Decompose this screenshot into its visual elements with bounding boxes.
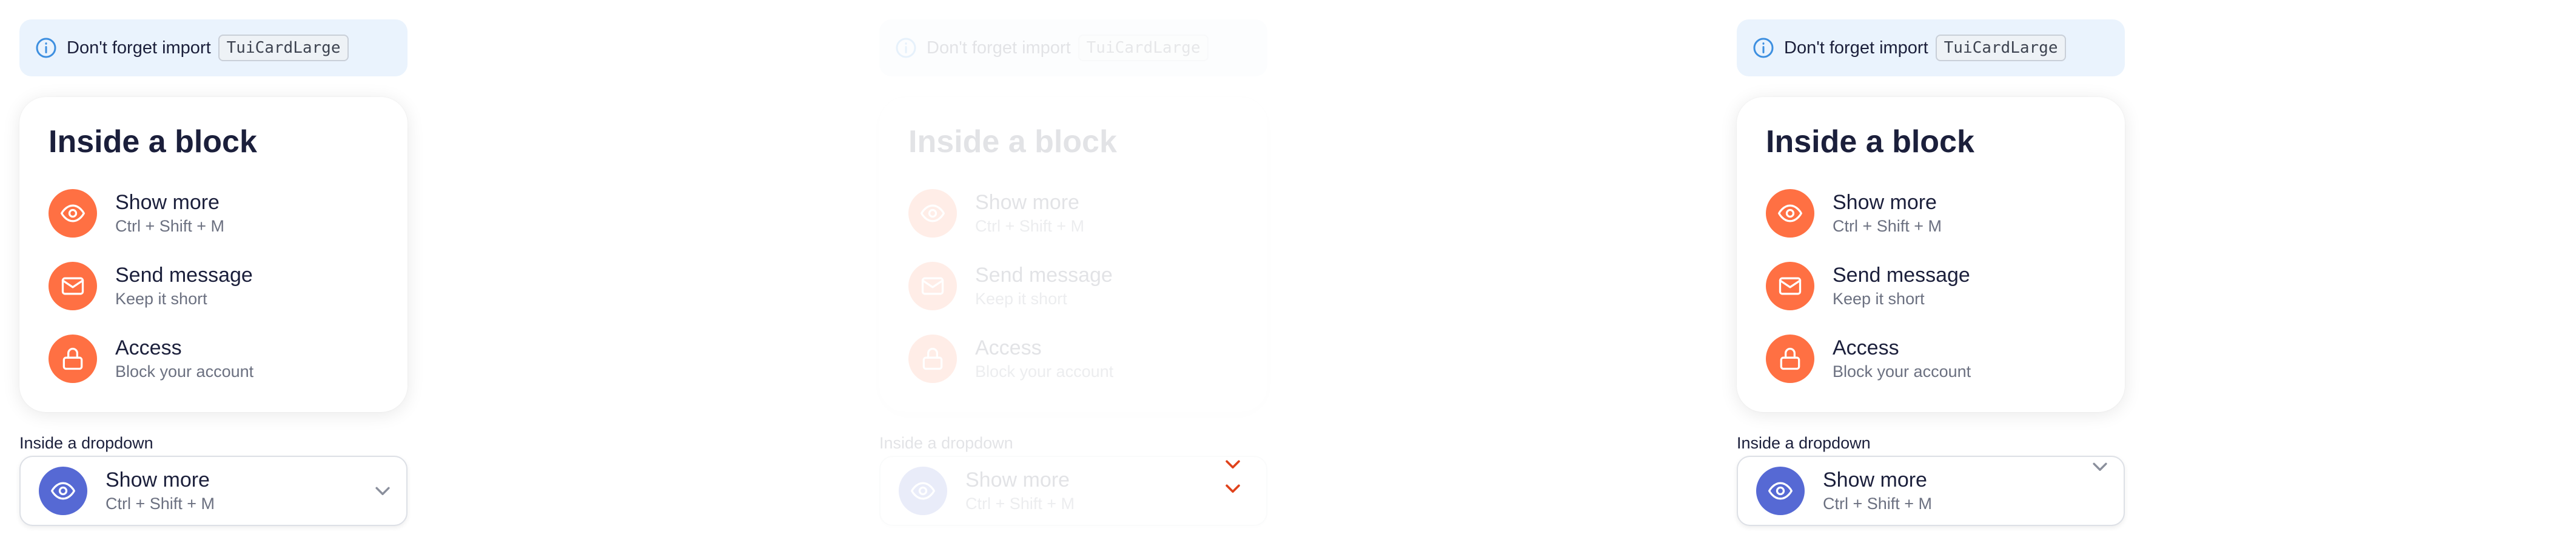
- dropdown-label: Inside a dropdown: [1737, 434, 1871, 452]
- card-title: Inside a block: [1766, 124, 1974, 159]
- eye-icon: [1768, 482, 1793, 500]
- card-item-send-message[interactable]: Send message Keep it short: [1766, 250, 2125, 322]
- item-subtitle: Block your account: [1833, 362, 1971, 381]
- card-title: Inside a block: [49, 124, 257, 159]
- dropdown-selected-subtitle: Ctrl + Shift + M: [106, 495, 215, 513]
- notice-text: Don't forget import: [67, 38, 211, 58]
- mail-icon: [1779, 277, 1802, 295]
- notice-code: TuiCardLarge: [1935, 35, 2067, 61]
- item-title: Show more: [1833, 191, 1937, 214]
- demo-panel-1: Don't forget import TuiCardLarge Inside …: [0, 0, 424, 543]
- demo-panel-3: Don't forget import TuiCardLarge Inside …: [1717, 0, 2142, 543]
- item-title: Access: [975, 336, 1042, 359]
- dropdown-selected-subtitle: Ctrl + Shift + M: [1823, 495, 1933, 513]
- lock-icon: [1780, 347, 1800, 370]
- dropdown-select[interactable]: Show more Ctrl + Shift + M: [1737, 456, 2125, 526]
- item-title: Access: [1833, 336, 1899, 359]
- import-notice: Don't forget import TuiCardLarge: [879, 19, 1267, 76]
- card-item-show-more[interactable]: Show more Ctrl + Shift + M: [49, 177, 408, 250]
- info-icon: [1753, 38, 1774, 58]
- lock-icon: [922, 347, 943, 370]
- notice-text: Don't forget import: [1784, 38, 1928, 58]
- block-card: Inside a block Show more Ctrl + Shift + …: [879, 97, 1267, 412]
- block-card: Inside a block Show more Ctrl + Shift + …: [1737, 97, 2125, 412]
- item-subtitle: Keep it short: [1833, 290, 1925, 308]
- chevron-down-icon: [1226, 484, 1240, 493]
- eye-icon: [921, 204, 945, 222]
- eye-icon: [1778, 204, 1802, 222]
- dropdown-selected-title: Show more: [965, 468, 1070, 491]
- item-title: Send message: [975, 264, 1113, 287]
- notice-code: TuiCardLarge: [1078, 35, 1209, 61]
- card-item-show-more[interactable]: Show more Ctrl + Shift + M: [1766, 177, 2125, 250]
- item-subtitle: Block your account: [975, 362, 1114, 381]
- item-subtitle: Ctrl + Shift + M: [975, 217, 1085, 235]
- item-title: Send message: [1833, 264, 1970, 287]
- card-title: Inside a block: [908, 124, 1117, 159]
- mail-icon: [921, 277, 944, 295]
- import-notice: Don't forget import TuiCardLarge: [19, 19, 408, 76]
- import-notice: Don't forget import TuiCardLarge: [1737, 19, 2125, 76]
- item-subtitle: Keep it short: [975, 290, 1067, 308]
- block-card: Inside a block Show more Ctrl + Shift + …: [19, 97, 408, 412]
- notice-text: Don't forget import: [927, 38, 1071, 58]
- dropdown-label: Inside a dropdown: [879, 434, 1013, 452]
- item-subtitle: Block your account: [115, 362, 254, 381]
- dropdown-label: Inside a dropdown: [19, 434, 153, 452]
- info-icon: [896, 38, 916, 58]
- eye-icon: [61, 204, 85, 222]
- eye-icon: [51, 482, 75, 500]
- eye-icon: [911, 482, 935, 500]
- card-item-access: Access Block your account: [908, 322, 1267, 395]
- notice-code: TuiCardLarge: [218, 35, 349, 61]
- item-subtitle: Ctrl + Shift + M: [1833, 217, 1942, 235]
- dropdown-selected-subtitle: Ctrl + Shift + M: [965, 495, 1075, 513]
- dropdown-selected-title: Show more: [1823, 468, 1927, 491]
- chevron-down-icon[interactable]: [2090, 461, 2110, 474]
- dropdown-select[interactable]: Show more Ctrl + Shift + M: [19, 456, 408, 526]
- item-subtitle: Keep it short: [115, 290, 207, 308]
- mail-icon: [61, 277, 84, 295]
- chevron-down-icon[interactable]: [372, 485, 393, 498]
- chevron-down-icon: [1226, 460, 1240, 469]
- item-title: Access: [115, 336, 182, 359]
- info-icon: [36, 38, 56, 58]
- item-title: Send message: [115, 264, 253, 287]
- item-title: Show more: [115, 191, 220, 214]
- card-item-send-message: Send message Keep it short: [908, 250, 1267, 322]
- lock-icon: [62, 347, 83, 370]
- item-subtitle: Ctrl + Shift + M: [115, 217, 225, 235]
- dropdown-selected-title: Show more: [106, 468, 210, 491]
- demo-panel-2-disabled: Don't forget import TuiCardLarge Inside …: [860, 0, 1284, 543]
- card-item-show-more: Show more Ctrl + Shift + M: [908, 177, 1267, 250]
- card-item-access[interactable]: Access Block your account: [49, 322, 408, 395]
- card-item-send-message[interactable]: Send message Keep it short: [49, 250, 408, 322]
- card-item-access[interactable]: Access Block your account: [1766, 322, 2125, 395]
- item-title: Show more: [975, 191, 1079, 214]
- dropdown-select-disabled: Show more Ctrl + Shift + M: [879, 456, 1267, 526]
